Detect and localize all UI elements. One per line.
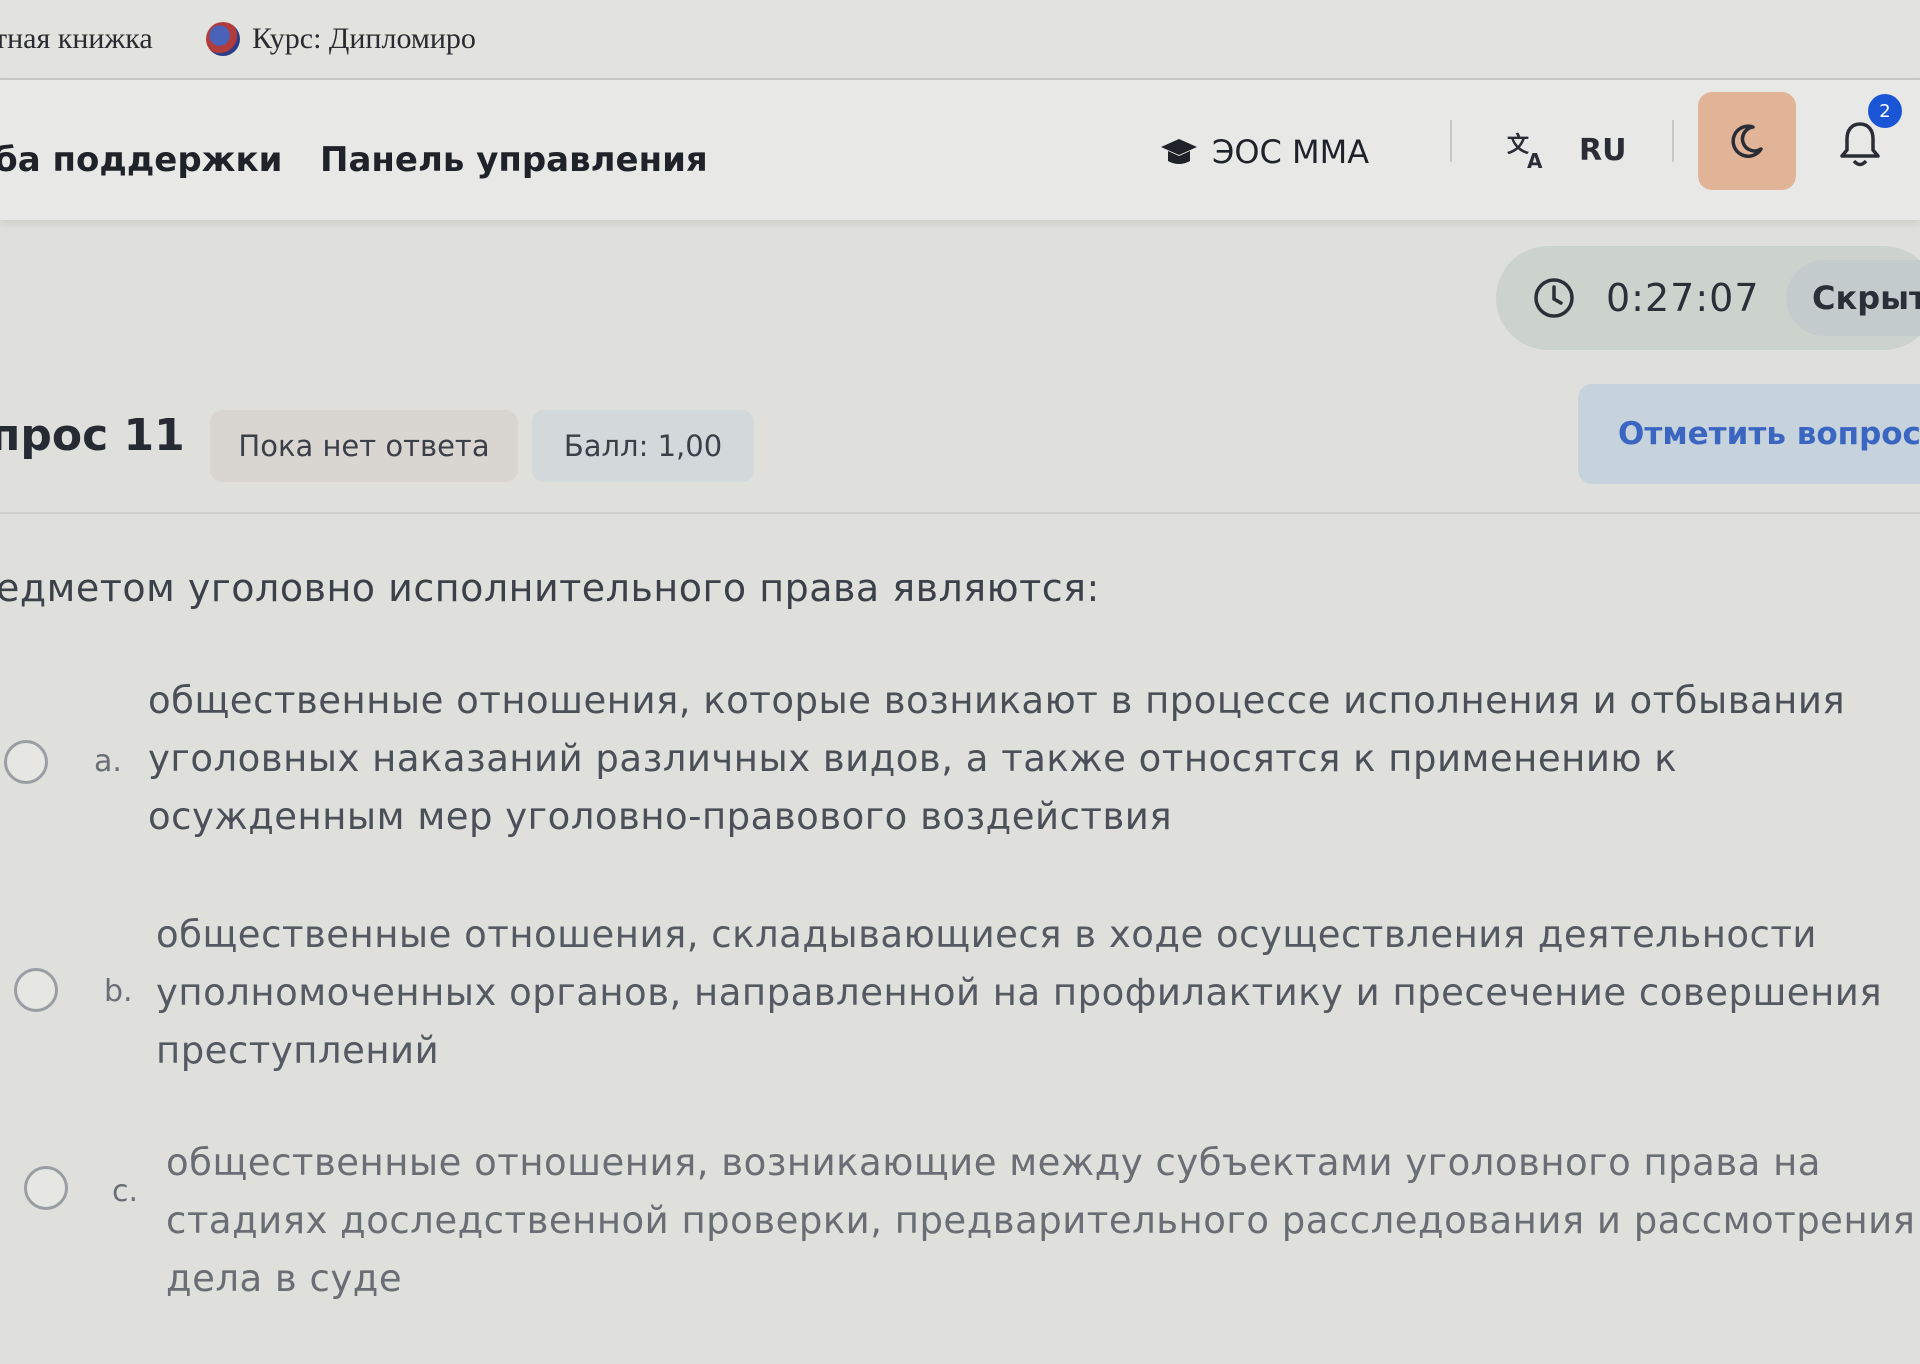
hide-timer-button[interactable]: Скрыт	[1786, 260, 1920, 336]
language-switcher[interactable]: 文 A RU	[1505, 120, 1626, 180]
translate-icon: 文 A	[1507, 132, 1543, 170]
answer-text: общественные отношения, складывающиеся в…	[156, 913, 1883, 1072]
answer-letter: a.	[94, 744, 122, 779]
answer-letter: c.	[112, 1174, 139, 1209]
graduation-cap-icon	[1161, 139, 1197, 164]
question-text: едметом уголовно исполнительного права я…	[0, 566, 1100, 610]
nav-support-link[interactable]: ба поддержки	[0, 140, 282, 180]
nav-divider	[1450, 120, 1452, 162]
language-label: RU	[1579, 132, 1627, 168]
question-title: прос 11	[0, 410, 185, 461]
bookmark-course[interactable]: Курс: Дипломиро	[206, 22, 476, 56]
answer-radio[interactable]	[4, 740, 48, 784]
question-status-badge: Пока нет ответа	[210, 410, 518, 482]
top-navigation: ба поддержки Панель управления ЭОС ММА 文…	[0, 80, 1920, 220]
eos-link[interactable]: ЭОС ММА	[1160, 122, 1369, 182]
globe-icon	[206, 22, 240, 56]
page: тная книжка Курс: Дипломиро ба поддержки…	[0, 0, 1920, 1364]
notifications-badge: 2	[1868, 94, 1902, 128]
bookmarks-bar: тная книжка Курс: Дипломиро	[0, 0, 1920, 80]
theme-toggle-button[interactable]	[1698, 92, 1796, 190]
answer-text: общественные отношения, возникающие межд…	[166, 1141, 1916, 1300]
bookmark-course-label: Курс: Дипломиро	[252, 22, 476, 55]
moon-icon	[1731, 124, 1763, 158]
answer-letter: b.	[104, 974, 133, 1009]
flag-question-button[interactable]: Отметить вопрос	[1578, 384, 1920, 484]
header-divider	[0, 512, 1920, 514]
question-score-badge: Балл: 1,00	[532, 410, 754, 482]
bell-icon	[1840, 122, 1880, 167]
bookmark-gradebook[interactable]: тная книжка	[0, 22, 153, 56]
eos-label: ЭОС ММА	[1212, 133, 1370, 171]
answer-radio[interactable]	[14, 968, 58, 1012]
answer-radio[interactable]	[24, 1166, 68, 1210]
nav-dashboard-link[interactable]: Панель управления	[320, 140, 708, 180]
svg-text:A: A	[1527, 149, 1543, 170]
quiz-timer: 0:27:07 Скрыт	[1496, 246, 1920, 350]
nav-divider	[1672, 120, 1674, 162]
timer-value: 0:27:07	[1606, 276, 1760, 320]
answer-text: общественные отношения, которые возникаю…	[148, 679, 1846, 838]
clock-icon	[1534, 278, 1574, 318]
